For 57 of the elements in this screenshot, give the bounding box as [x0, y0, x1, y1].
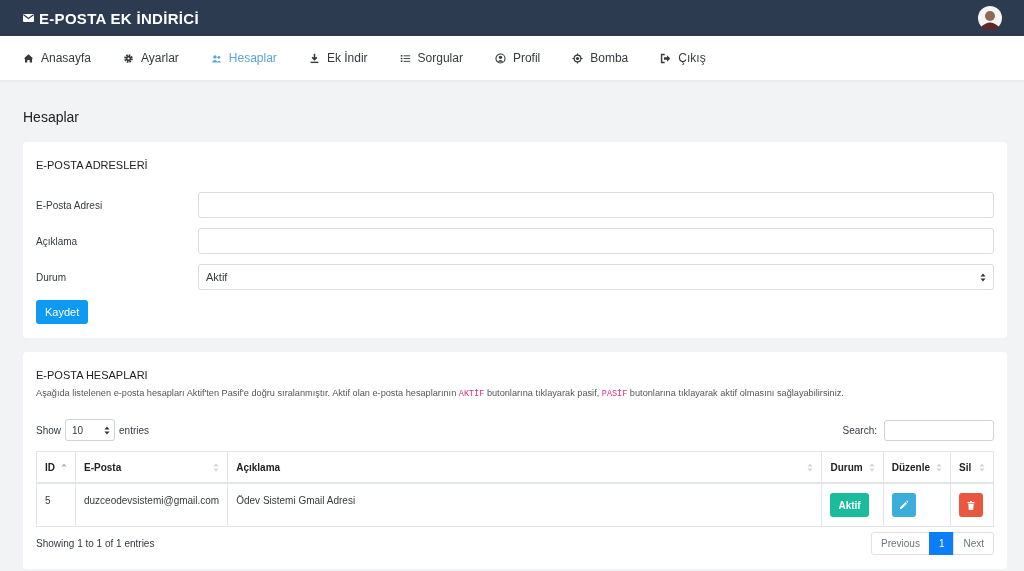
sort-icon	[807, 462, 814, 472]
updown-icon	[104, 425, 110, 435]
nav-link[interactable]: Profil	[494, 51, 541, 65]
show-label: Show	[36, 424, 61, 436]
search-field[interactable]	[884, 419, 994, 441]
nav-link[interactable]: Bomba	[572, 51, 629, 65]
input-field[interactable]	[198, 228, 994, 254]
field-label: Açıklama	[36, 235, 79, 247]
sort-icon	[868, 462, 875, 472]
updown-icon	[980, 272, 986, 282]
download-icon	[308, 52, 320, 64]
table-cell: Ödev Sistemi Gmail Adresi	[236, 495, 356, 506]
settings-icon	[123, 52, 135, 64]
list-icon	[399, 52, 411, 64]
field-label: Durum	[36, 271, 67, 283]
select-field[interactable]: Aktif	[198, 264, 994, 290]
table-cell: duzceodevsistemi@gmail.com	[84, 495, 220, 506]
entries-label: entries	[119, 424, 150, 436]
column-header[interactable]: Düzenle	[883, 451, 951, 483]
card-title: E-POSTA ADRESLERİ	[36, 158, 149, 173]
column-header[interactable]: ID	[36, 451, 76, 483]
page-link[interactable]: 1	[928, 532, 955, 555]
nav-link[interactable]: Sorgular	[399, 51, 463, 65]
sort-icon	[213, 462, 220, 472]
input-field[interactable]	[198, 192, 994, 218]
page-title: Hesaplar	[23, 108, 81, 126]
field-label: E-Posta Adresi	[36, 199, 104, 211]
sort-icon	[61, 462, 67, 472]
crosshair-icon	[572, 52, 584, 64]
delete-button[interactable]	[959, 493, 983, 517]
pencil-icon	[898, 500, 909, 510]
column-header[interactable]: Açıklama	[227, 451, 822, 483]
users-icon	[210, 52, 222, 64]
user-icon	[494, 52, 506, 64]
nav-link[interactable]: Ayarlar	[123, 51, 179, 65]
mail-icon	[23, 14, 34, 22]
sort-icon	[936, 462, 942, 472]
app-title: E-POSTA EK İNDİRİCİ	[39, 9, 199, 27]
trash-icon	[967, 500, 975, 510]
page-link[interactable]: Next	[953, 532, 994, 555]
nav-link[interactable]: Ek İndir	[308, 51, 368, 65]
avatar[interactable]	[978, 6, 1002, 30]
table-cell: 5	[45, 495, 51, 506]
edit-button[interactable]	[891, 493, 916, 517]
home-icon	[23, 52, 34, 64]
sort-icon	[979, 462, 985, 472]
page-size-select[interactable]: 10	[65, 419, 115, 441]
search-label: Search:	[842, 424, 877, 436]
card-title: E-POSTA HESAPLARI	[36, 368, 149, 383]
description-text: Aşağıda listelenen e-posta hesapları Aktif'ten Pasif'e doğru sıralanmıştır. Aktif olan e-posta hesaplarının AKTİF butonlarına tıklayarak pasif, PASİF butonlarına tıklayarak aktif olmasını sağlayabilirsiniz.	[36, 387, 845, 401]
column-header[interactable]: E-Posta	[75, 451, 228, 483]
nav-link[interactable]: Çıkış	[660, 51, 706, 65]
logout-icon	[660, 52, 672, 64]
column-header[interactable]: Durum	[821, 451, 884, 483]
nav-link[interactable]: Anasayfa	[23, 51, 92, 65]
column-header[interactable]: Sil	[950, 451, 994, 483]
table-info: Showing 1 to 1 of 1 entries	[36, 538, 155, 549]
